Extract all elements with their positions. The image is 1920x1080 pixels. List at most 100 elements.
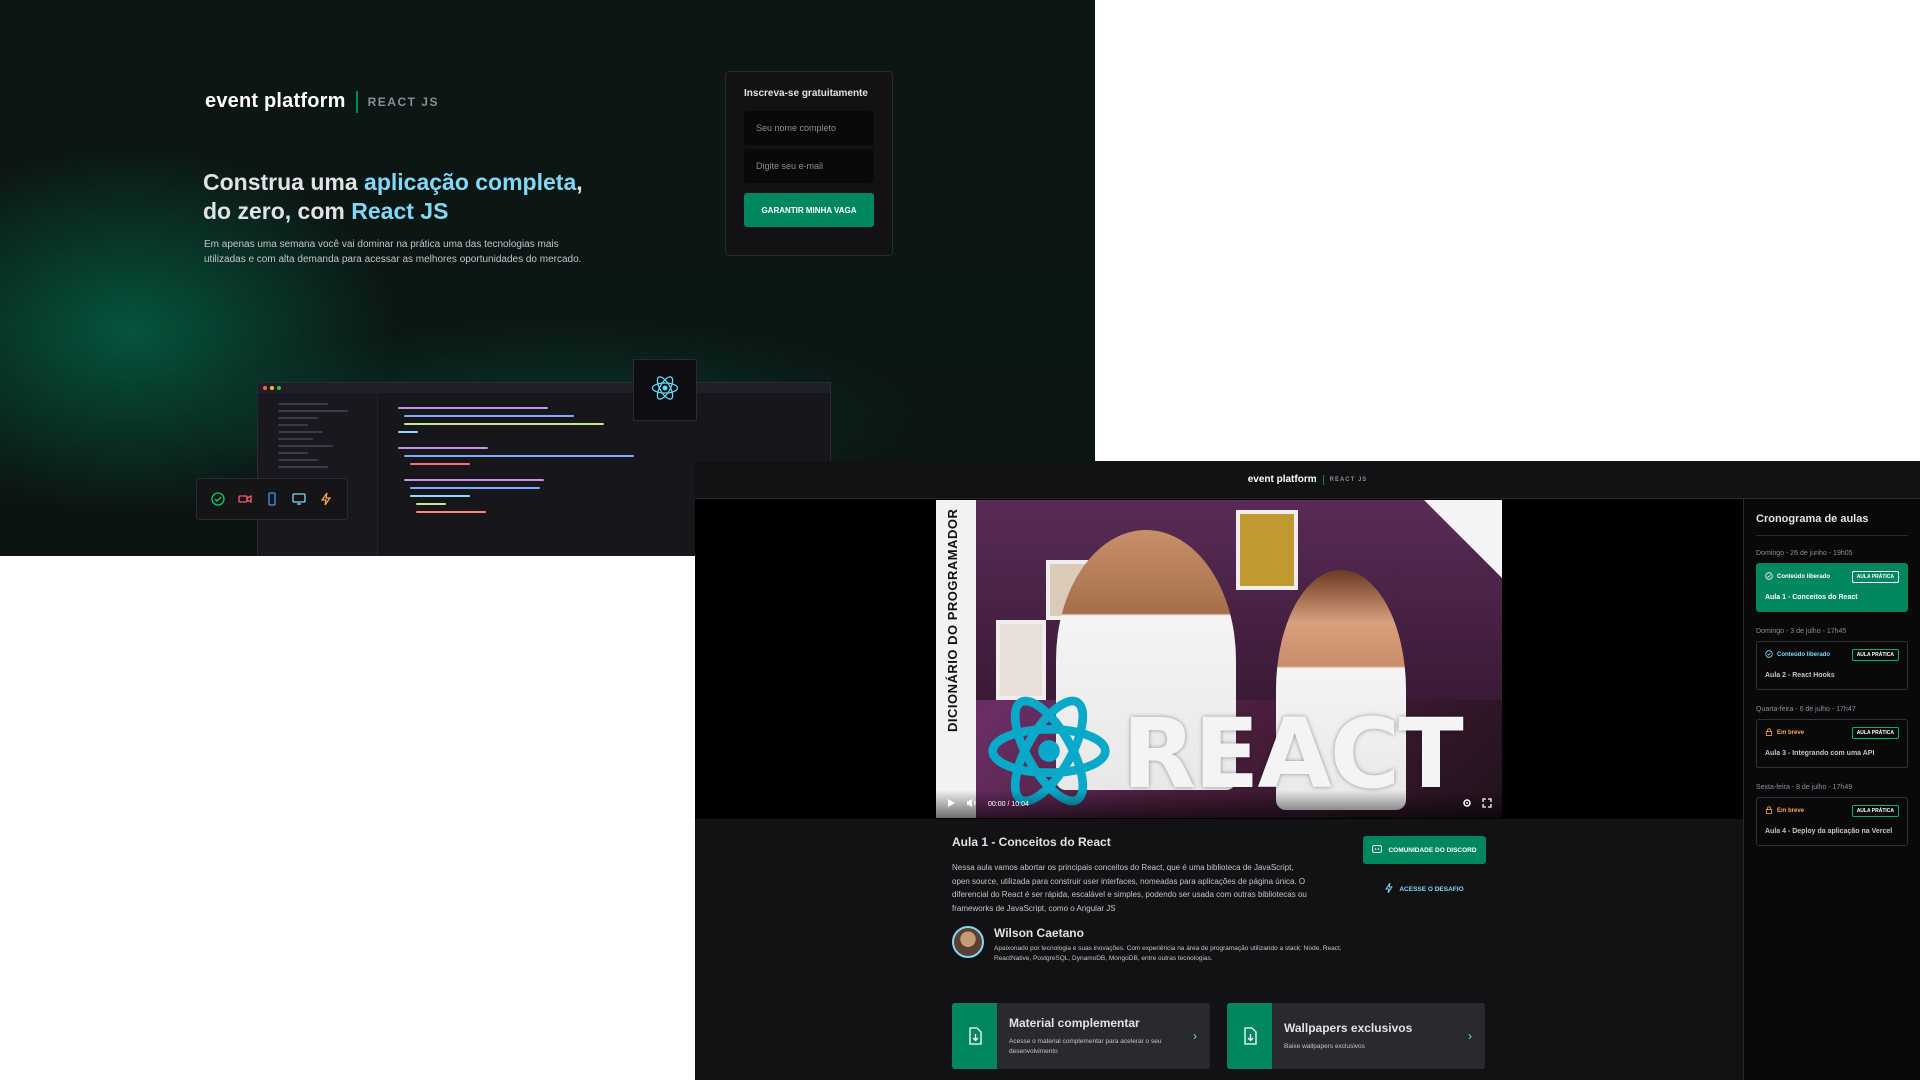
slot-kind-badge: AULA PRÁTICA: [1851, 649, 1899, 661]
schedule-slot: Sexta-feira - 8 de julho - 17h49 Em brev…: [1756, 784, 1908, 846]
challenge-button[interactable]: ACESSE O DESAFIO: [1363, 877, 1486, 901]
wallpapers-card-desc: Baixe wallpapers exclusivos: [1284, 1042, 1365, 1050]
material-card-text: Material complementar Acesse o material …: [997, 1016, 1180, 1056]
header-tag: REACT JS: [1329, 476, 1368, 483]
check-circle-icon: [1765, 650, 1773, 660]
signup-button[interactable]: GARANTIR MINHA VAGA: [744, 193, 874, 227]
logo-tag: REACT JS: [367, 94, 439, 109]
lesson-card-active[interactable]: Conteúdo liberado AULA PRÁTICA Aula 1 - …: [1756, 563, 1908, 612]
fullscreen-icon[interactable]: [1482, 798, 1492, 810]
lightning-icon: [1385, 882, 1394, 895]
email-input[interactable]: [744, 149, 874, 183]
editor-titlebar: [258, 383, 830, 393]
chevron-right-icon: ›: [1193, 1029, 1197, 1043]
avatar: [952, 926, 984, 958]
lightning-icon[interactable]: [319, 492, 333, 506]
lesson-info: Aula 1 - Conceitos do React Nessa aula v…: [952, 835, 1312, 915]
slot-kind-badge: AULA PRÁTICA: [1851, 571, 1899, 583]
material-card-title: Material complementar: [1009, 1016, 1140, 1030]
lesson-description: Nessa aula vamos abortar os principais c…: [952, 863, 1307, 913]
slot-status-label: Em breve: [1777, 808, 1805, 814]
lesson-header: event platform REACT JS: [695, 461, 1920, 499]
logo-brand: event platform: [205, 90, 346, 112]
wall-frame: [996, 620, 1046, 700]
name-input[interactable]: [744, 111, 874, 145]
react-icon: [650, 373, 680, 408]
settings-icon[interactable]: [1462, 798, 1472, 810]
lesson-title: Aula 1 - Conceitos do React: [952, 835, 1111, 849]
video-player[interactable]: DICIONÁRIO DO PROGRAMADOR REACT 00:00 / …: [936, 500, 1502, 818]
monitor-icon[interactable]: [292, 492, 306, 506]
slot-lesson-name: Aula 2 - React Hooks: [1765, 672, 1835, 679]
chevron-right-icon: ›: [1468, 1029, 1472, 1043]
window-maximize-dot: [277, 386, 281, 390]
wall-frame: [1236, 510, 1298, 590]
signup-title: Inscreva-se gratuitamente: [744, 88, 868, 99]
headline-part3: do zero, com: [203, 198, 352, 224]
headline-part2: ,: [576, 169, 583, 195]
slot-status: Em breve: [1765, 806, 1804, 816]
discord-button-label: COMUNIDADE DO DISCORD: [1388, 846, 1477, 854]
volume-icon[interactable]: [966, 798, 978, 810]
material-card-desc: Acesse o material complementar para acel…: [1009, 1038, 1162, 1055]
video-corner-logo: [1424, 500, 1502, 578]
challenge-button-label: ACESSE O DESAFIO: [1399, 885, 1464, 893]
window-close-dot: [263, 386, 267, 390]
video-icon[interactable]: [238, 492, 252, 506]
slot-status-label: Em breve: [1777, 730, 1805, 736]
lesson-page: event platform REACT JS DICIONÁRIO DO PR…: [695, 461, 1920, 1080]
video-overlay-word: REACT: [1122, 698, 1464, 810]
slot-lesson-name: Aula 1 - Conceitos do React: [1765, 594, 1858, 601]
slot-date: Sexta-feira - 8 de julho - 17h49: [1756, 784, 1853, 791]
slot-lesson-name: Aula 4 - Deploy da aplicação na Vercel: [1765, 828, 1893, 835]
headline-highlight-2: React JS: [351, 198, 449, 224]
lesson-card[interactable]: Em breve AULA PRÁTICA Aula 4 - Deploy da…: [1756, 797, 1908, 846]
slot-date: Quarta-feira - 6 de julho - 17h47: [1756, 706, 1856, 713]
file-tree: [278, 403, 348, 473]
wallpapers-card-title: Wallpapers exclusivos: [1284, 1020, 1413, 1035]
lesson-schedule: Cronograma de aulas Domingo - 26 de junh…: [1743, 499, 1920, 1080]
landing-subtitle: Em apenas uma semana você vai dominar na…: [204, 239, 582, 265]
lock-icon: [1765, 806, 1773, 816]
discord-button[interactable]: COMUNIDADE DO DISCORD: [1363, 836, 1486, 864]
check-circle-icon[interactable]: [211, 492, 226, 506]
lesson-card[interactable]: Em breve AULA PRÁTICA Aula 3 - Integrand…: [1756, 719, 1908, 768]
author-block: Wilson Caetano Apaixonado por tecnologia…: [952, 926, 1352, 964]
discord-icon: [1372, 845, 1383, 855]
schedule-title: Cronograma de aulas: [1756, 513, 1908, 536]
author-bio: Apaixonado por tecnologia e suas inovaçõ…: [994, 945, 1342, 962]
slot-status-label: Conteúdo liberado: [1777, 574, 1830, 580]
mobile-icon[interactable]: [265, 492, 279, 506]
react-logo-badge: [633, 359, 697, 421]
file-download-icon: [952, 1003, 997, 1069]
author-text: Wilson Caetano Apaixonado por tecnologia…: [994, 926, 1352, 964]
video-side-strip: DICIONÁRIO DO PROGRAMADOR: [936, 500, 976, 818]
check-circle-icon: [1765, 572, 1773, 582]
signup-form: Inscreva-se gratuitamente GARANTIR MINHA…: [725, 71, 893, 256]
logo-divider: [355, 90, 358, 113]
wallpapers-card[interactable]: Wallpapers exclusivos Baixe wallpapers e…: [1227, 1003, 1485, 1069]
editor-explorer: [258, 393, 378, 556]
wallpapers-card-text: Wallpapers exclusivos Baixe wallpapers e…: [1272, 1021, 1455, 1052]
headline-part1: Construa uma: [203, 169, 365, 195]
schedule-slot: Domingo - 3 de julho - 17h45 Conteúdo li…: [1756, 628, 1908, 690]
material-card[interactable]: Material complementar Acesse o material …: [952, 1003, 1210, 1069]
video-time: 00:00 / 10:04: [988, 800, 1029, 808]
header-divider: [1322, 474, 1324, 485]
video-controls: 00:00 / 10:04: [936, 790, 1502, 818]
lock-icon: [1765, 728, 1773, 738]
slot-kind-badge: AULA PRÁTICA: [1851, 727, 1899, 739]
slot-lesson-name: Aula 3 - Integrando com uma API: [1765, 750, 1875, 757]
slot-date: Domingo - 3 de julho - 17h45: [1756, 628, 1847, 635]
lesson-card[interactable]: Conteúdo liberado AULA PRÁTICA Aula 2 - …: [1756, 641, 1908, 690]
slot-kind-badge: AULA PRÁTICA: [1851, 805, 1899, 817]
author-name: Wilson Caetano: [994, 926, 1084, 940]
slot-date: Domingo - 26 de junho - 19h05: [1756, 550, 1853, 557]
slot-status: Em breve: [1765, 728, 1804, 738]
landing-headline: Construa uma aplicação completa, do zero…: [203, 168, 623, 226]
image-icon: [1227, 1003, 1272, 1069]
play-icon[interactable]: [946, 798, 956, 810]
headline-highlight-1: aplicação completa: [364, 169, 577, 195]
screenshot-canvas: event platform REACT JS Construa uma apl…: [0, 0, 1920, 1080]
slot-status: Conteúdo liberado: [1765, 650, 1830, 660]
